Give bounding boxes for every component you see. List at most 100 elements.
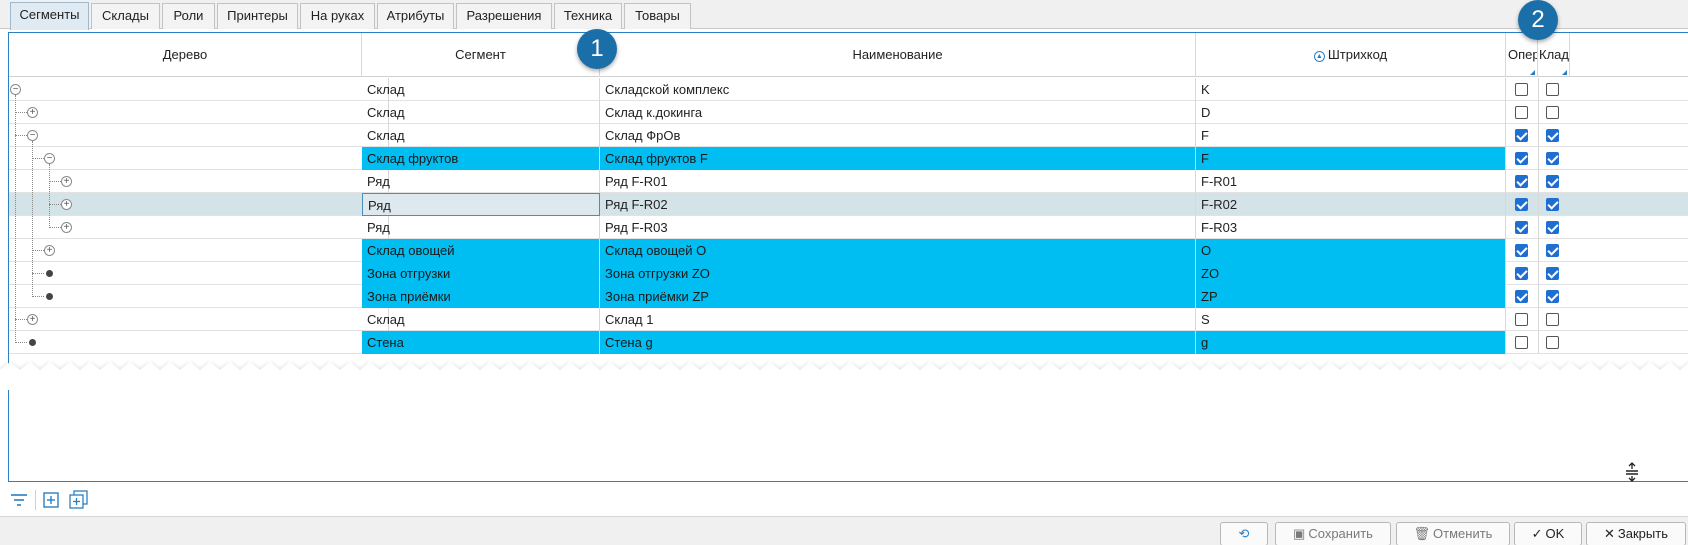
segment-cell[interactable]: Склад [362, 124, 600, 147]
oper-checkbox[interactable] [1515, 175, 1528, 188]
segment-cell[interactable]: Ряд [362, 170, 600, 193]
klad-checkbox[interactable] [1546, 244, 1559, 257]
oper-checkbox[interactable] [1515, 267, 1528, 280]
table-row[interactable]: + Склад овощей Склад овощей OO [9, 239, 1688, 262]
table-row[interactable]: − Склад фруктов Склад фруктов FF [9, 147, 1688, 170]
expand-node-icon[interactable]: + [44, 245, 55, 256]
klad-checkbox[interactable] [1546, 152, 1559, 165]
tab-warehouses[interactable]: Склады [91, 3, 160, 29]
barcode-cell[interactable]: g [1196, 331, 1506, 354]
barcode-cell[interactable]: F [1196, 124, 1506, 147]
oper-checkbox[interactable] [1515, 152, 1528, 165]
expand-all-icon[interactable] [67, 490, 89, 510]
segment-cell[interactable]: Зона отгрузки [362, 262, 600, 285]
name-cell[interactable]: Склад фруктов F [600, 147, 1196, 170]
segment-cell[interactable]: Зона приёмки [362, 285, 600, 308]
klad-checkbox[interactable] [1546, 336, 1559, 349]
row-resize-icon[interactable] [1624, 462, 1640, 482]
tab-segments[interactable]: Сегменты [10, 2, 89, 30]
tab-attributes[interactable]: Атрибуты [377, 3, 454, 29]
klad-checkbox[interactable] [1546, 129, 1559, 142]
klad-checkbox[interactable] [1546, 313, 1559, 326]
name-cell[interactable]: Склад ФрОв [600, 124, 1196, 147]
name-cell[interactable]: Склад овощей O [600, 239, 1196, 262]
oper-checkbox[interactable] [1515, 244, 1528, 257]
tab-printers[interactable]: Принтеры [217, 3, 298, 29]
save-button[interactable]: ▣ Сохранить [1275, 522, 1391, 545]
oper-checkbox[interactable] [1515, 83, 1528, 96]
barcode-cell[interactable]: F-R02 [1196, 193, 1506, 216]
tree-cell[interactable]: + [9, 170, 389, 193]
expand-node-icon[interactable]: + [27, 107, 38, 118]
barcode-cell[interactable]: S [1196, 308, 1506, 331]
tree-cell[interactable]: + [9, 193, 389, 216]
barcode-cell[interactable]: F [1196, 147, 1506, 170]
column-header-name[interactable]: Наименование [600, 33, 1196, 77]
oper-checkbox[interactable] [1515, 198, 1528, 211]
collapse-node-icon[interactable]: − [44, 153, 55, 164]
klad-checkbox[interactable] [1546, 290, 1559, 303]
name-cell[interactable]: Ряд F-R01 [600, 170, 1196, 193]
collapse-node-icon[interactable]: − [10, 84, 21, 95]
segment-cell[interactable]: Склад [362, 308, 600, 331]
tab-goods[interactable]: Товары [624, 3, 691, 29]
segment-cell[interactable]: Склад [362, 78, 600, 101]
tree-cell[interactable]: − [9, 147, 389, 170]
table-row[interactable]: + Ряд Ряд F-R03 F-R03 [9, 216, 1688, 239]
barcode-cell[interactable]: O [1196, 239, 1506, 262]
segment-cell[interactable]: Склад овощей [362, 239, 600, 262]
expand-node-icon[interactable]: + [61, 222, 72, 233]
barcode-cell[interactable]: F-R03 [1196, 216, 1506, 239]
oper-checkbox[interactable] [1515, 336, 1528, 349]
tree-cell[interactable]: + [9, 308, 389, 331]
tab-permissions[interactable]: Разрешения [456, 3, 552, 29]
column-header-klad[interactable]: Клад [1538, 33, 1570, 77]
close-button[interactable]: ✕ Закрыть [1586, 522, 1686, 545]
barcode-cell[interactable]: ZP [1196, 285, 1506, 308]
table-row[interactable]: + Ряд Ряд F-R02 F-R02 [9, 193, 1688, 216]
tree-cell[interactable]: − [9, 78, 389, 101]
segment-cell[interactable]: Ряд [362, 216, 600, 239]
tree-cell[interactable]: + [9, 239, 389, 262]
oper-checkbox[interactable] [1515, 313, 1528, 326]
name-cell[interactable]: Склад к.докинга [600, 101, 1196, 124]
name-cell[interactable]: Ряд F-R02 [600, 193, 1196, 216]
column-header-tree[interactable]: Дерево [9, 33, 362, 77]
barcode-cell[interactable]: F-R01 [1196, 170, 1506, 193]
segment-cell[interactable]: Ряд [362, 193, 600, 216]
barcode-cell[interactable]: D [1196, 101, 1506, 124]
expand-node-icon[interactable]: + [61, 199, 72, 210]
expand-node-icon[interactable] [40, 490, 62, 510]
klad-checkbox[interactable] [1546, 175, 1559, 188]
expand-node-icon[interactable]: + [27, 314, 38, 325]
tree-cell[interactable]: − [9, 124, 389, 147]
column-header-barcode[interactable]: ▲ Штрихкод [1196, 33, 1506, 77]
expand-node-icon[interactable]: + [61, 176, 72, 187]
ok-button[interactable]: ✓ OK [1514, 522, 1582, 545]
tab-roles[interactable]: Роли [162, 3, 215, 29]
name-cell[interactable]: Зона приёмки ZP [600, 285, 1196, 308]
tree-cell[interactable] [9, 285, 389, 308]
column-header-segment[interactable]: Сегмент [362, 33, 600, 77]
name-cell[interactable]: Складской комплекс [600, 78, 1196, 101]
refresh-button[interactable]: ⟲ [1220, 522, 1268, 545]
klad-checkbox[interactable] [1546, 221, 1559, 234]
tab-on-hand[interactable]: На руках [300, 3, 375, 29]
oper-checkbox[interactable] [1515, 106, 1528, 119]
klad-checkbox[interactable] [1546, 106, 1559, 119]
klad-checkbox[interactable] [1546, 83, 1559, 96]
segment-cell[interactable]: Стена [362, 331, 600, 354]
tree-cell[interactable]: + [9, 216, 389, 239]
oper-checkbox[interactable] [1515, 221, 1528, 234]
oper-checkbox[interactable] [1515, 290, 1528, 303]
oper-checkbox[interactable] [1515, 129, 1528, 142]
table-row[interactable]: + Ряд Ряд F-R01 F-R01 [9, 170, 1688, 193]
name-cell[interactable]: Склад 1 [600, 308, 1196, 331]
table-row[interactable]: Зона отгрузки Зона отгрузки ZO ZO [9, 262, 1688, 285]
table-row[interactable]: + Склад Склад к.докинга D [9, 101, 1688, 124]
table-row[interactable]: − Склад Складской комплекс K [9, 78, 1688, 101]
barcode-cell[interactable]: K [1196, 78, 1506, 101]
filter-icon[interactable] [8, 490, 30, 510]
segment-cell[interactable]: Склад фруктов [362, 147, 600, 170]
tree-cell[interactable] [9, 262, 389, 285]
